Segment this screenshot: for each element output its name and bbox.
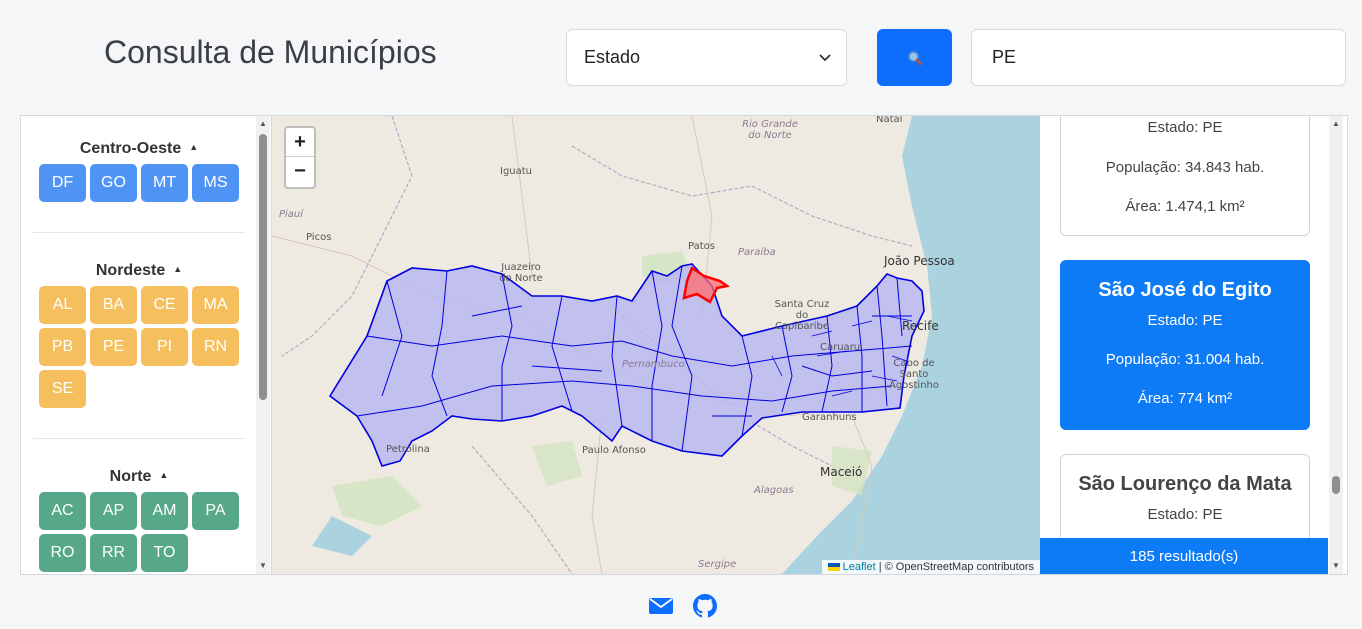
state-button-ma[interactable]: MA	[192, 286, 239, 324]
state-button-to[interactable]: TO	[141, 534, 188, 572]
state-button-ac[interactable]: AC	[39, 492, 86, 530]
zoom-in-button[interactable]: +	[286, 128, 314, 157]
state-button-df[interactable]: DF	[39, 164, 86, 202]
map-label-juazeiro: Juazeiro do Norte	[499, 262, 543, 284]
map-label-paraiba: Paraíba	[738, 247, 776, 258]
map-label-pernambuco: Pernambuco	[622, 359, 685, 370]
state-button-pe[interactable]: PE	[90, 328, 137, 366]
card-estado: Estado: PE	[1147, 312, 1223, 329]
map-view[interactable]: Natal Rio Grande do Norte Iguatu Piauí P…	[271, 116, 1040, 574]
map-label-alagoas: Alagoas	[754, 485, 794, 496]
map-label-patos: Patos	[688, 241, 715, 252]
page-title: Consulta de Municípios	[104, 34, 437, 70]
map-label-caruaru: Caruaru	[820, 342, 861, 353]
scroll-up-icon[interactable]: ▲	[1331, 119, 1341, 129]
result-card-active[interactable]: São José do Egito Estado: PE População: …	[1060, 260, 1310, 430]
map-label-iguatu: Iguatu	[500, 166, 533, 177]
map-label-joao-pessoa: João Pessoa	[884, 254, 955, 268]
map-label-rio-grande-do-norte: Rio Grande do Norte	[742, 119, 798, 141]
card-populacao: População: 31.004 hab.	[1105, 351, 1265, 368]
github-icon[interactable]	[693, 594, 717, 618]
state-button-rn[interactable]: RN	[192, 328, 239, 366]
region-title[interactable]: Nordeste ▲	[33, 262, 245, 286]
divider	[33, 438, 245, 439]
card-estado: Estado: PE	[1147, 119, 1223, 136]
card-estado: Estado: PE	[1147, 506, 1223, 523]
region-centro-oeste: Centro-Oeste ▲ DF GO MT MS	[33, 140, 245, 202]
map-label-piaui: Piauí	[279, 209, 304, 220]
search-input[interactable]	[971, 29, 1346, 86]
scrollbar-thumb[interactable]	[1332, 476, 1340, 494]
region-nordeste: Nordeste ▲ AL BA CE MA PB PE PI RN SE	[33, 262, 245, 408]
state-button-se[interactable]: SE	[39, 370, 86, 408]
card-name: São José do Egito	[1098, 279, 1272, 301]
chevron-down-icon	[819, 54, 831, 62]
state-button-am[interactable]: AM	[141, 492, 188, 530]
map-attribution: Leaflet | © OpenStreetMap contributors	[821, 560, 1040, 574]
highlighted-municipality	[682, 266, 731, 304]
filter-select-value: Estado	[584, 47, 641, 67]
state-button-mt[interactable]: MT	[141, 164, 188, 202]
state-button-ro[interactable]: RO	[39, 534, 86, 572]
results-count: 185 resultado(s)	[1040, 538, 1328, 574]
divider	[33, 232, 245, 233]
magnifier-icon	[907, 50, 922, 65]
ukraine-flag-icon	[827, 563, 840, 571]
scroll-down-icon[interactable]: ▼	[258, 561, 268, 571]
map-label-garanhuns: Garanhuns	[802, 412, 857, 423]
map-label-natal: Natal	[876, 116, 903, 125]
caret-up-icon: ▲	[159, 470, 169, 480]
card-name: São Lourenço da Mata	[1078, 473, 1292, 495]
map-label-maceio: Maceió	[820, 465, 863, 479]
osm-attribution: | © OpenStreetMap contributors	[875, 561, 1034, 573]
leaflet-link[interactable]: Leaflet	[843, 561, 876, 573]
map-label-picos: Picos	[306, 232, 332, 243]
state-button-pa[interactable]: PA	[192, 492, 239, 530]
map-label-sergipe: Sergipe	[698, 559, 737, 570]
region-panel-scrollbar[interactable]: ▲ ▼	[256, 116, 270, 574]
caret-up-icon: ▲	[189, 142, 199, 152]
region-title[interactable]: Norte ▲	[33, 468, 245, 492]
card-area: Área: 1.474,1 km²	[1125, 198, 1245, 215]
results-scrollbar[interactable]: ▲ ▼	[1329, 116, 1343, 574]
state-button-ms[interactable]: MS	[192, 164, 239, 202]
map-label-recife: Recife	[902, 319, 939, 333]
state-button-pi[interactable]: PI	[141, 328, 188, 366]
region-title[interactable]: Centro-Oeste ▲	[33, 140, 245, 164]
filter-select[interactable]: Estado	[566, 29, 847, 86]
map-canvas	[272, 116, 1040, 574]
map-label-cabo: Cabo de Santo Agostinho	[888, 358, 939, 391]
results-panel: Estado: PE População: 34.843 hab. Área: …	[1040, 116, 1347, 574]
scroll-up-icon[interactable]: ▲	[258, 119, 268, 129]
scroll-down-icon[interactable]: ▼	[1331, 561, 1341, 571]
card-populacao: População: 34.843 hab.	[1105, 159, 1265, 176]
state-button-rr[interactable]: RR	[90, 534, 137, 572]
state-button-go[interactable]: GO	[90, 164, 137, 202]
mail-icon[interactable]	[649, 598, 673, 614]
state-button-al[interactable]: AL	[39, 286, 86, 324]
card-area: Área: 774 km²	[1137, 390, 1233, 407]
map-label-santa-cruz: Santa Cruz do Capibaribe	[774, 299, 830, 332]
zoom-out-button[interactable]: −	[286, 157, 314, 186]
zoom-control: + −	[284, 126, 316, 189]
main-panel: Centro-Oeste ▲ DF GO MT MS Nordeste ▲ AL B…	[20, 115, 1348, 575]
state-button-ap[interactable]: AP	[90, 492, 137, 530]
scrollbar-thumb[interactable]	[259, 134, 267, 400]
state-button-ba[interactable]: BA	[90, 286, 137, 324]
region-panel: Centro-Oeste ▲ DF GO MT MS Nordeste ▲ AL B…	[21, 116, 271, 574]
search-button[interactable]	[877, 29, 952, 86]
result-card[interactable]: Estado: PE População: 34.843 hab. Área: …	[1060, 116, 1310, 236]
state-button-ce[interactable]: CE	[141, 286, 188, 324]
caret-up-icon: ▲	[173, 264, 183, 274]
state-button-pb[interactable]: PB	[39, 328, 86, 366]
map-label-paulo-afonso: Paulo Afonso	[582, 445, 646, 456]
map-label-petrolina: Petrolina	[386, 444, 430, 455]
region-norte: Norte ▲ AC AP AM PA RO RR TO	[33, 468, 245, 572]
